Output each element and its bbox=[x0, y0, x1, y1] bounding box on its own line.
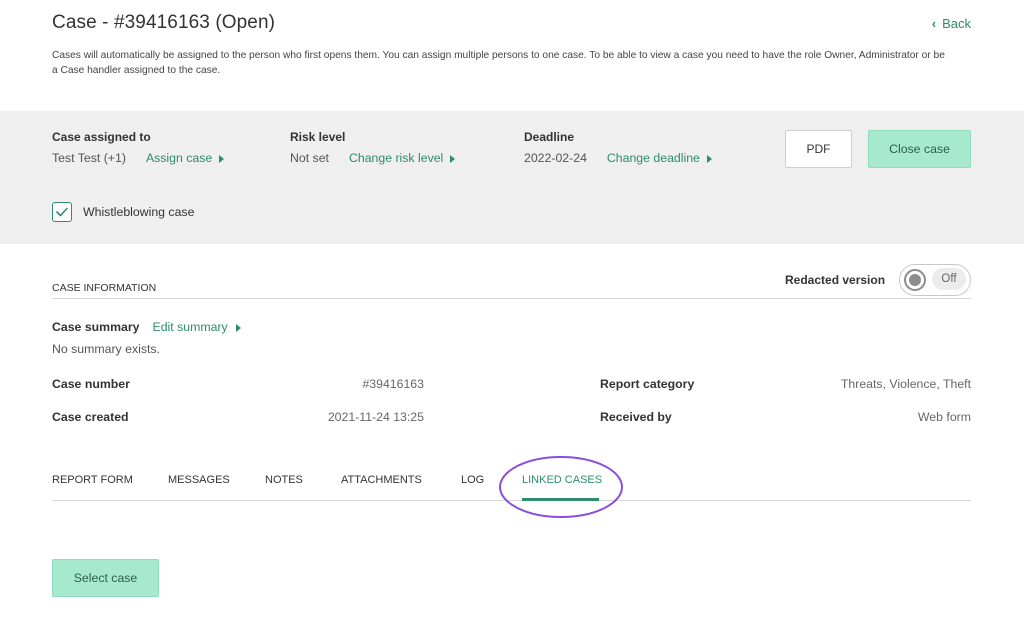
case-number-label: Case number bbox=[52, 377, 130, 391]
redacted-version-label: Redacted version bbox=[785, 273, 886, 287]
intro-text: Cases will automatically be assigned to … bbox=[52, 50, 945, 76]
tab-log[interactable]: LOG bbox=[461, 474, 484, 486]
caret-right-icon bbox=[219, 155, 225, 163]
summary-text: No summary exists. bbox=[52, 342, 160, 356]
deadline-label: Deadline bbox=[524, 130, 575, 144]
assign-case-link[interactable]: Assign case bbox=[145, 151, 225, 165]
tab-report-form[interactable]: REPORT FORM bbox=[52, 474, 133, 486]
caret-right-icon bbox=[450, 155, 456, 163]
active-tab-indicator bbox=[522, 498, 599, 501]
assign-case-label: Assign case bbox=[145, 151, 213, 165]
assigned-group: Case assigned to Test Test (+1) Assign c… bbox=[52, 130, 225, 165]
tab-messages[interactable]: MESSAGES bbox=[168, 474, 230, 486]
checkmark-icon bbox=[56, 207, 68, 217]
case-summary-row: Case summary Edit summary bbox=[52, 320, 241, 334]
case-created-value: 2021-11-24 13:25 bbox=[327, 410, 424, 424]
received-by-label: Received by bbox=[600, 410, 672, 424]
toggle-state: Off bbox=[932, 268, 966, 290]
pdf-button[interactable]: PDF bbox=[785, 130, 852, 168]
risk-value: Not set bbox=[290, 151, 329, 165]
change-risk-label: Change risk level bbox=[348, 151, 444, 165]
whistleblowing-label: Whistleblowing case bbox=[83, 205, 195, 219]
risk-label: Risk level bbox=[290, 130, 346, 144]
edit-summary-link[interactable]: Edit summary bbox=[153, 320, 241, 334]
whistleblowing-checkbox[interactable] bbox=[52, 202, 72, 222]
back-link[interactable]: ‹ Back bbox=[932, 16, 971, 31]
redacted-toggle[interactable]: Off bbox=[899, 264, 971, 296]
case-created-label: Case created bbox=[52, 410, 129, 424]
caret-right-icon bbox=[706, 155, 712, 163]
toggle-knob-icon bbox=[904, 269, 926, 291]
caret-right-icon bbox=[235, 324, 241, 332]
select-case-button[interactable]: Select case bbox=[52, 559, 159, 597]
change-risk-link[interactable]: Change risk level bbox=[348, 151, 456, 165]
divider bbox=[52, 298, 971, 299]
whistleblowing-row: Whistleblowing case bbox=[52, 202, 194, 222]
deadline-value: 2022-02-24 bbox=[524, 151, 587, 165]
close-case-button[interactable]: Close case bbox=[868, 130, 971, 168]
case-tabs: REPORT FORM MESSAGES NOTES ATTACHMENTS L… bbox=[52, 474, 971, 501]
section-title-case-information: CASE INFORMATION bbox=[52, 282, 157, 294]
tab-linked-cases[interactable]: LINKED CASES bbox=[522, 474, 602, 486]
change-deadline-label: Change deadline bbox=[606, 151, 700, 165]
tab-attachments[interactable]: ATTACHMENTS bbox=[341, 474, 422, 486]
chevron-left-icon: ‹ bbox=[931, 16, 937, 31]
assigned-label: Case assigned to bbox=[52, 130, 151, 144]
assigned-value: Test Test (+1) bbox=[52, 151, 126, 165]
tab-notes[interactable]: NOTES bbox=[265, 474, 303, 486]
report-category-label: Report category bbox=[600, 377, 695, 391]
case-summary-label: Case summary bbox=[52, 320, 140, 334]
report-category-value: Threats, Violence, Theft bbox=[840, 377, 971, 391]
received-by-value: Web form bbox=[917, 410, 971, 424]
edit-summary-label: Edit summary bbox=[152, 320, 228, 334]
case-number-value: #39416163 bbox=[362, 377, 424, 391]
highlight-annotation bbox=[499, 456, 623, 518]
change-deadline-link[interactable]: Change deadline bbox=[607, 151, 712, 165]
risk-group: Risk level Not set Change risk level bbox=[290, 130, 456, 165]
deadline-group: Deadline 2022-02-24 Change deadline bbox=[524, 130, 712, 165]
back-label: Back bbox=[942, 16, 971, 31]
page-title: Case - #39416163 (Open) bbox=[52, 12, 276, 33]
